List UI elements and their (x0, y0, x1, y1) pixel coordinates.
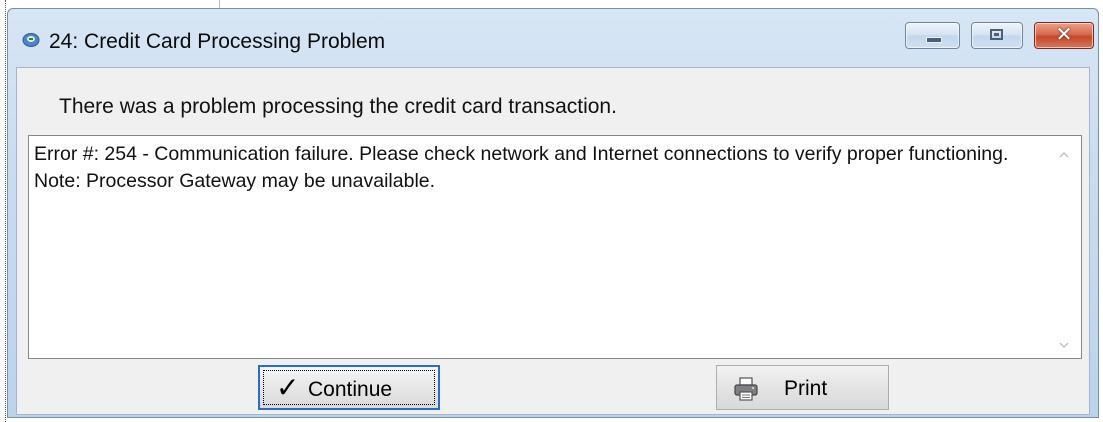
maximize-button[interactable] (971, 22, 1023, 49)
maximize-icon (990, 29, 1003, 40)
problem-message: There was a problem processing the credi… (59, 95, 617, 118)
dialog-window: 24: Credit Card Processing Problem ✕ The… (7, 8, 1099, 418)
error-details-box[interactable]: Error #: 254 - Communication failure. Pl… (28, 135, 1082, 359)
error-details-text: Error #: 254 - Communication failure. Pl… (34, 143, 1009, 192)
continue-button-label: Continue (308, 378, 393, 401)
screen: 24: Credit Card Processing Problem ✕ The… (0, 0, 1103, 422)
background-edge (0, 0, 6, 422)
printer-icon (734, 377, 758, 401)
close-icon: ✕ (1055, 24, 1073, 46)
close-button[interactable]: ✕ (1034, 22, 1094, 49)
minimize-button[interactable] (905, 22, 960, 49)
dialog-body: There was a problem processing the credi… (16, 67, 1090, 415)
vertical-scrollbar[interactable] (1049, 136, 1081, 358)
title-bar[interactable]: 24: Credit Card Processing Problem ✕ (8, 9, 1098, 67)
print-button-label: Print (784, 377, 828, 400)
print-button[interactable]: Print (716, 365, 889, 410)
chevron-up-icon[interactable] (1057, 148, 1071, 162)
chevron-down-icon[interactable] (1057, 338, 1071, 352)
checkmark-icon: ✓ (276, 372, 300, 403)
minimize-icon (926, 37, 942, 43)
window-title: 24: Credit Card Processing Problem (49, 30, 386, 53)
continue-button[interactable]: ✓ Continue (258, 365, 440, 410)
app-icon (22, 33, 40, 47)
